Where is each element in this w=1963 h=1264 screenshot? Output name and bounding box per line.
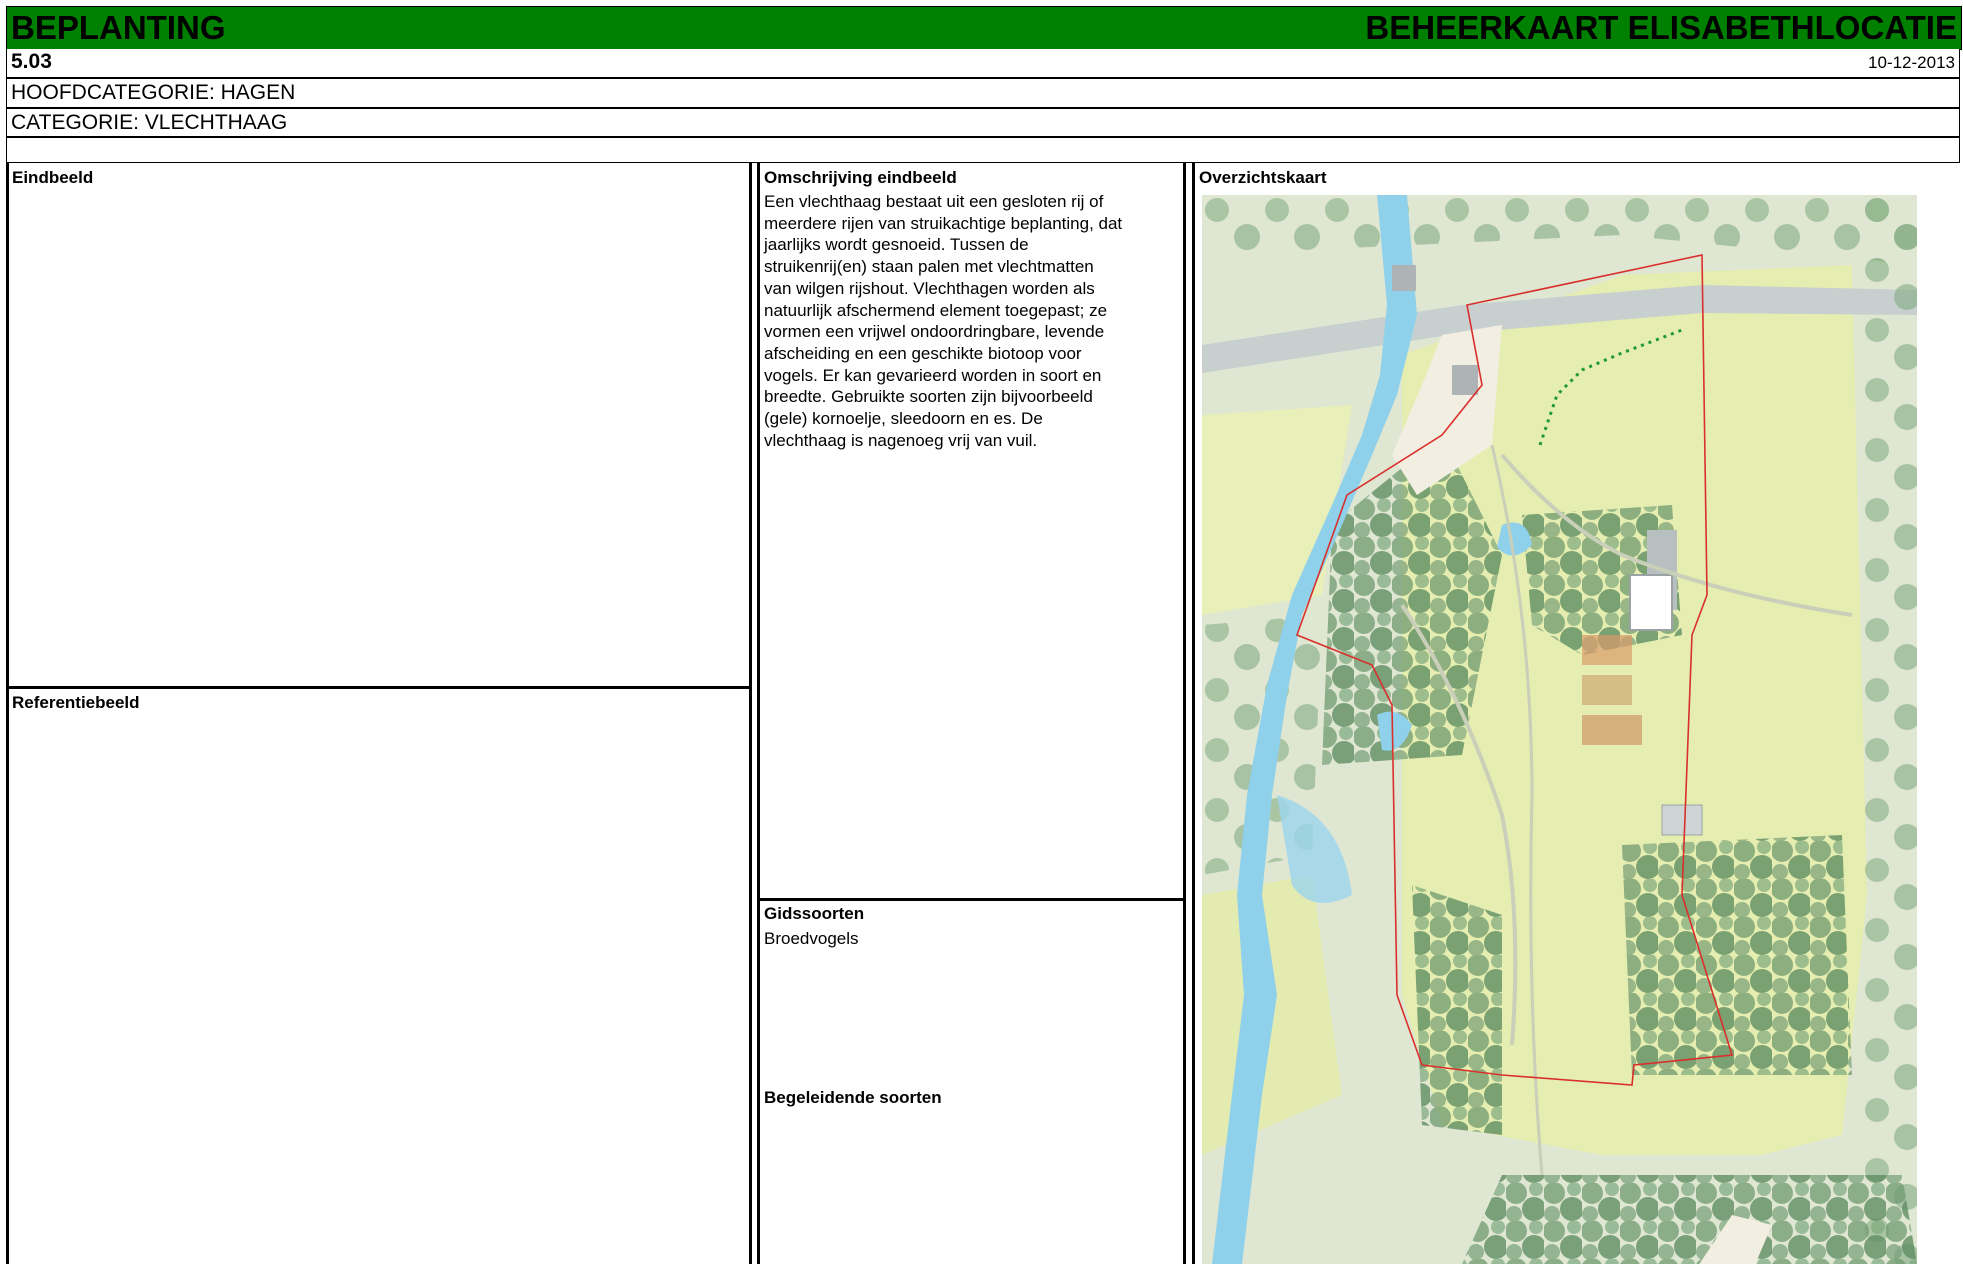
omschrijving-line: afscheiding en een geschikte biotoop voo… (764, 343, 1082, 363)
divider (1183, 163, 1186, 1264)
divider (1192, 163, 1195, 1264)
section-title: BEPLANTING (11, 9, 226, 46)
omschrijving-line: van wilgen rijshout. Vlechthagen worden … (764, 278, 1095, 298)
document-title: BEHEERKAART ELISABETHLOCATIE (1365, 9, 1957, 46)
omschrijving-line: vormen een vrijwel ondoordringbare, leve… (764, 322, 1105, 342)
omschrijving-line: vogels. Er kan gevarieerd worden in soor… (764, 365, 1102, 385)
map-drawing (1202, 195, 1917, 1264)
divider (749, 163, 752, 1264)
main-category: HOOFDCATEGORIE: HAGEN (11, 81, 296, 104)
omschrijving-label: Omschrijving eindbeeld (764, 168, 957, 187)
omschrijving-line: jaarlijks wordt gesnoeid. Tussen de (764, 235, 1029, 255)
omschrijving-line: Een vlechthaag bestaat uit een gesloten … (764, 192, 1104, 211)
gidssoorten-label: Gidssoorten (764, 904, 865, 923)
omschrijving-line: natuurlijk afschermend element toegepast… (764, 300, 1108, 320)
referentiebeeld-label: Referentiebeeld (12, 693, 140, 712)
gidssoorten-value: Broedvogels (764, 929, 859, 948)
title-bar: BEPLANTING BEHEERKAART ELISABETHLOCATIE (6, 6, 1962, 50)
omschrijving-line: vlechthaag is nagenoeg vrij van vuil. (764, 430, 1038, 450)
omschrijving-line: (gele) kornoelje, sleedoorn en es. De (764, 409, 1043, 429)
sheet-code: 5.03 (11, 50, 52, 73)
omschrijving-line: meerdere rijen van struikachtige beplant… (764, 213, 1123, 233)
category-row: CATEGORIE: VLECHTHAAG (6, 108, 1960, 137)
code-row: 5.03 10-12-2013 (6, 49, 1960, 78)
omschrijving-line: struikenrij(en) staan palen met vlechtma… (764, 257, 1094, 277)
divider (6, 686, 751, 689)
divider (6, 163, 9, 1264)
main-category-row: HOOFDCATEGORIE: HAGEN (6, 78, 1960, 108)
divider (757, 163, 760, 1264)
category: CATEGORIE: VLECHTHAAG (11, 111, 288, 134)
begeleidende-label: Begeleidende soorten (764, 1088, 942, 1107)
omschrijving-text: Een vlechthaag bestaat uit een gesloten … (764, 191, 1174, 451)
divider (757, 898, 1186, 901)
overzichtskaart-label: Overzichtskaart (1199, 168, 1327, 187)
document-page: BEPLANTING BEHEERKAART ELISABETHLOCATIE … (0, 0, 1963, 1264)
overview-map (1202, 195, 1917, 1264)
spacer-row (6, 137, 1960, 163)
sheet-date: 10-12-2013 (1868, 53, 1955, 72)
omschrijving-line: breedte. Gebruikte soorten zijn bijvoorb… (764, 387, 1093, 407)
eindbeeld-label: Eindbeeld (12, 168, 94, 187)
